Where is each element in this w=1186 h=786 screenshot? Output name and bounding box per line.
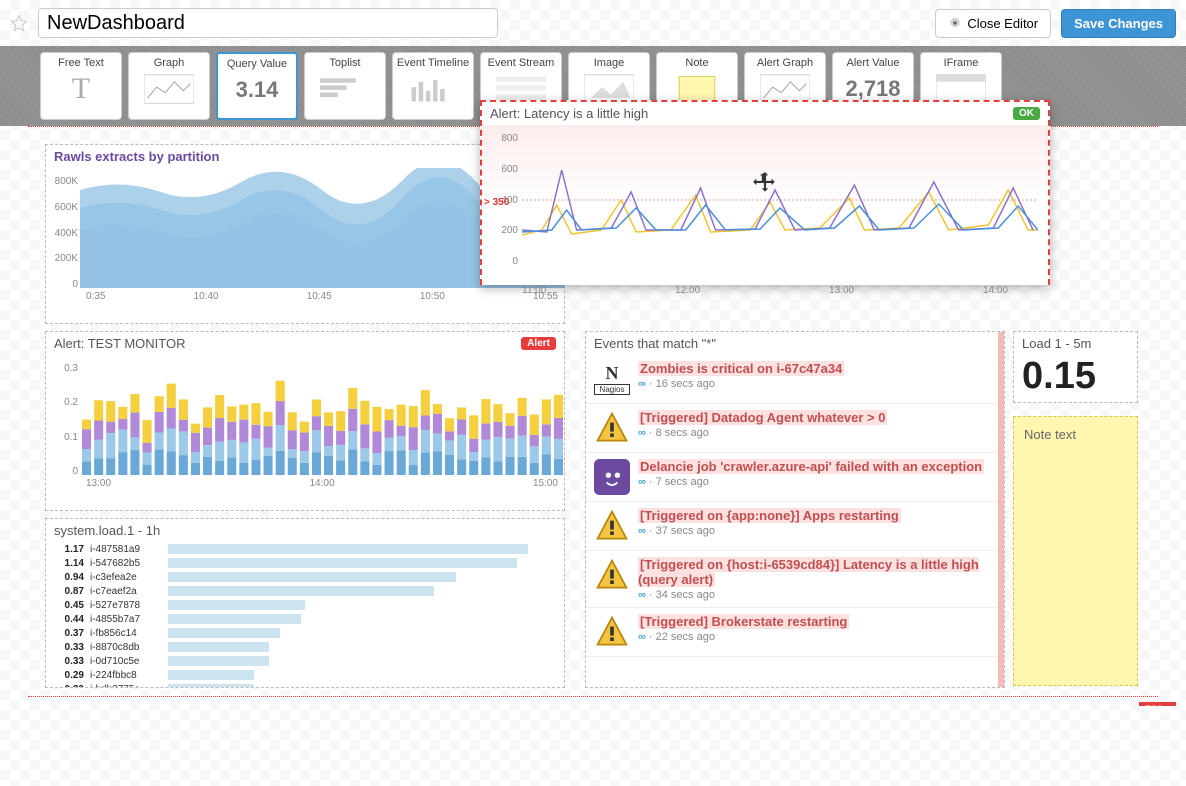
resolution-badge: 720p (1139, 702, 1176, 706)
save-changes-button[interactable]: Save Changes (1061, 9, 1176, 38)
event-item[interactable]: NNagios Zombies is critical on i-67c47a3… (586, 355, 998, 404)
panel-title: Rawls extracts by partition (54, 149, 219, 164)
load-value: 0.15 (1014, 355, 1137, 404)
toplist-row[interactable]: 0.29i-224fbbc8 (46, 668, 564, 682)
panel-title: Load 1 - 5m (1022, 336, 1091, 351)
status-badge: Alert (521, 337, 556, 350)
stacked-bar-chart (80, 355, 564, 475)
event-item[interactable]: Delancie job 'crawler.azure-api' failed … (586, 453, 998, 502)
widget-tile-graph[interactable]: Graph (128, 52, 210, 120)
status-badge: OK (1013, 107, 1040, 120)
widget-tile-free-text[interactable]: Free TextT (40, 52, 122, 120)
toplist-row[interactable]: 1.14i-547682b5 (46, 556, 564, 570)
event-item[interactable]: [Triggered on {host:i-6539cd84}] Latency… (586, 551, 998, 608)
dashboard-title-input[interactable] (38, 8, 498, 38)
dog-icon (594, 459, 630, 495)
list-icon (320, 73, 370, 105)
warn-icon (594, 557, 630, 593)
note-text: Note text (1024, 427, 1076, 442)
close-editor-label: Close Editor (967, 16, 1038, 31)
toplist-row[interactable]: 0.37i-fb856c14 (46, 626, 564, 640)
gear-icon (948, 16, 962, 30)
panel-note[interactable]: Note text (1013, 416, 1138, 686)
toplist-row[interactable]: 0.45i-527e7878 (46, 598, 564, 612)
event-item[interactable]: [Triggered on {app:none}] Apps restartin… (586, 502, 998, 551)
panel-title: Events that match "*" (594, 336, 716, 351)
panel-title: Alert: TEST MONITOR (54, 336, 185, 351)
nagios-icon: NNagios (594, 361, 630, 397)
favorite-star-icon[interactable] (10, 14, 28, 32)
widget-tile-query-value[interactable]: Query Value3.14 (216, 52, 298, 120)
widget-tile-event-timeline[interactable]: Event Timeline (392, 52, 474, 120)
line-chart (522, 130, 1038, 260)
panel-title: system.load.1 - 1h (54, 523, 160, 538)
warn-icon (594, 614, 630, 650)
toplist-row[interactable]: 0.94i-c3efea2e (46, 570, 564, 584)
event-item[interactable]: [Triggered] Brokerstate restarting ∞ · 2… (586, 608, 998, 657)
text-icon: T (56, 73, 106, 105)
panel-test-monitor[interactable]: Alert: TEST MONITOR Alert 0.30.20.10 13:… (45, 331, 565, 511)
event-severity-strip (998, 332, 1004, 687)
warn-icon (594, 410, 630, 446)
threshold-label: > 350 (484, 197, 509, 208)
graph-icon (144, 73, 194, 105)
panel-load-value[interactable]: Load 1 - 5m 0.15 (1013, 331, 1138, 403)
toplist-row[interactable]: 1.17i-487581a9 (46, 542, 564, 556)
panel-toplist[interactable]: system.load.1 - 1h 1.17i-487581a91.14i-5… (45, 518, 565, 688)
number-icon: 3.14 (232, 74, 282, 106)
toplist-row[interactable]: 0.29i-bdb2775c (46, 682, 564, 688)
move-cursor-icon (752, 170, 778, 196)
toplist-row[interactable]: 0.33i-0d710c5e (46, 654, 564, 668)
warn-icon (594, 508, 630, 544)
toplist-row[interactable]: 0.44i-4855b7a7 (46, 612, 564, 626)
floating-alert-graph[interactable]: Alert: Latency is a little high OK 80060… (480, 100, 1050, 285)
close-editor-button[interactable]: Close Editor (935, 9, 1051, 38)
panel-events[interactable]: Events that match "*" NNagios Zombies is… (585, 331, 1005, 688)
event-item[interactable]: [Triggered] Datadog Agent whatever > 0 ∞… (586, 404, 998, 453)
toplist-row[interactable]: 0.87i-c7eaef2a (46, 584, 564, 598)
bars-icon (408, 73, 458, 105)
toplist-row[interactable]: 0.33i-8870c8db (46, 640, 564, 654)
widget-tile-toplist[interactable]: Toplist (304, 52, 386, 120)
panel-title: Alert: Latency is a little high (490, 106, 648, 121)
